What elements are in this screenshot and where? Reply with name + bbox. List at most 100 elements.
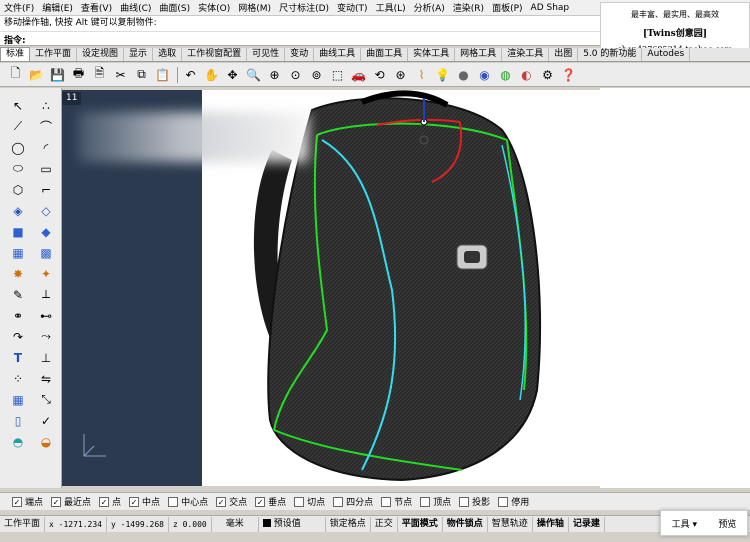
polyline-icon[interactable]: ⟋ <box>8 117 28 136</box>
select-all-icon[interactable]: ⬚ <box>328 65 347 84</box>
menu-mesh[interactable]: 网格(M) <box>234 1 275 14</box>
polygon-icon[interactable]: ⬡ <box>8 180 28 199</box>
menu-surface[interactable]: 曲面(S) <box>155 1 194 14</box>
menu-curve[interactable]: 曲线(C) <box>116 1 155 14</box>
tools-dropdown[interactable]: 工具 ▾ <box>672 517 697 530</box>
point-tool-icon[interactable]: ∴ <box>36 96 56 115</box>
new-file-icon[interactable]: 🗋 <box>6 65 25 84</box>
zoom-icon[interactable]: 🔍 <box>244 65 263 84</box>
render-preview-icon[interactable]: ◒ <box>36 432 56 451</box>
mesh-icon[interactable]: ▦ <box>8 243 28 262</box>
open-folder-icon[interactable]: 📂 <box>27 65 46 84</box>
offset-icon[interactable]: ⤳ <box>36 327 56 346</box>
render-icon[interactable]: ◉ <box>475 65 494 84</box>
analyze-icon[interactable]: ◓ <box>8 432 28 451</box>
box-solid-icon[interactable]: ■ <box>8 222 28 241</box>
array-icon[interactable]: ⁘ <box>8 369 28 388</box>
menu-solid[interactable]: 实体(O) <box>194 1 234 14</box>
tab-set-view[interactable]: 设定视图 <box>77 48 125 61</box>
rebuild-icon[interactable]: ⊷ <box>36 306 56 325</box>
transform-icon[interactable]: ⟲ <box>370 65 389 84</box>
menu-tools[interactable]: 工具(L) <box>372 1 410 14</box>
osnap-checkbox[interactable] <box>420 496 431 507</box>
circle-icon[interactable]: ◯ <box>8 138 28 157</box>
dimension-icon[interactable]: ⊥ <box>36 348 56 367</box>
rectangle-icon[interactable]: ▭ <box>36 159 56 178</box>
osnap-perp[interactable]: ✓ 垂点 <box>255 495 286 508</box>
tab-solid-tools[interactable]: 实体工具 <box>408 48 456 61</box>
osnap-checkbox[interactable] <box>498 496 509 507</box>
mesh-edit-icon[interactable]: ▩ <box>36 243 56 262</box>
osnap-center[interactable]: 中心点 <box>168 495 208 508</box>
osnap-quad[interactable]: 四分点 <box>333 495 373 508</box>
solid-edit-icon[interactable]: ◆ <box>36 222 56 241</box>
tab-surface-tools[interactable]: 曲面工具 <box>361 48 409 61</box>
zoom-selected-icon[interactable]: ⊚ <box>307 65 326 84</box>
select-arrow-icon[interactable]: ↖ <box>8 96 28 115</box>
boolean-icon[interactable]: ✦ <box>36 264 56 283</box>
tab-mesh-tools[interactable]: 网格工具 <box>455 48 503 61</box>
cylinder-icon[interactable]: ▯ <box>8 411 28 430</box>
status-units[interactable]: 毫米 <box>212 516 259 532</box>
curve-icon[interactable]: ⌇ <box>412 65 431 84</box>
osnap-disable[interactable]: 停用 <box>498 495 529 508</box>
zoom-window-icon[interactable]: ⊕ <box>265 65 284 84</box>
surface-icon[interactable]: ◈ <box>8 201 28 220</box>
command-input[interactable] <box>28 33 600 46</box>
osnap-project[interactable]: 投影 <box>459 495 490 508</box>
explode-icon[interactable]: ✸ <box>8 264 28 283</box>
rotate-view-icon[interactable]: ✥ <box>223 65 242 84</box>
menu-ad-shape[interactable]: AD Shap <box>527 3 574 13</box>
osnap-checkbox[interactable]: ✓ <box>99 496 110 507</box>
status-record-history[interactable]: 记录建 <box>569 516 605 532</box>
osnap-point[interactable]: ✓ 点 <box>99 495 121 508</box>
mirror-icon[interactable]: ⇋ <box>36 369 56 388</box>
osnap-checkbox[interactable] <box>333 496 344 507</box>
tab-cplanes[interactable]: 工作平面 <box>30 48 78 61</box>
cut-icon[interactable]: ✂ <box>111 65 130 84</box>
scale-icon[interactable]: ⤡ <box>36 390 56 409</box>
osnap-checkbox[interactable] <box>168 496 179 507</box>
osnap-mid[interactable]: ✓ 中点 <box>129 495 160 508</box>
tab-standard[interactable]: 标准 <box>0 47 31 61</box>
zoom-extents-icon[interactable]: ⊙ <box>286 65 305 84</box>
osnap-checkbox[interactable]: ✓ <box>129 496 140 507</box>
menu-edit[interactable]: 编辑(E) <box>38 1 77 14</box>
grid-array-icon[interactable]: ▦ <box>8 390 28 409</box>
perspective-viewport[interactable]: 11 <box>62 90 600 486</box>
tab-select[interactable]: 选取 <box>153 48 183 61</box>
split-icon[interactable]: ⟂ <box>36 285 56 304</box>
osnap-end[interactable]: ✓ 端点 <box>12 495 43 508</box>
control-point-curve-icon[interactable]: ⌒ <box>36 117 56 136</box>
osnap-checkbox[interactable] <box>294 496 305 507</box>
undo-icon[interactable]: ↶ <box>181 65 200 84</box>
import-icon[interactable]: 🗎 <box>90 65 109 84</box>
pan-hand-icon[interactable]: ✋ <box>202 65 221 84</box>
menu-view[interactable]: 查看(V) <box>77 1 116 14</box>
menu-analyze[interactable]: 分析(A) <box>410 1 449 14</box>
osnap-checkbox[interactable] <box>459 496 470 507</box>
car-icon[interactable]: 🚗 <box>349 65 368 84</box>
join-icon[interactable]: ⚭ <box>8 306 28 325</box>
trim-icon[interactable]: ✎ <box>8 285 28 304</box>
menu-render[interactable]: 渲染(R) <box>449 1 488 14</box>
tab-transform[interactable]: 变动 <box>285 48 315 61</box>
sphere-icon[interactable]: ● <box>454 65 473 84</box>
osnap-knot[interactable]: 节点 <box>381 495 412 508</box>
osnap-vertex[interactable]: 顶点 <box>420 495 451 508</box>
status-cplane[interactable]: 工作平面 <box>0 516 46 532</box>
viewport-title[interactable]: 11 <box>62 92 82 105</box>
menu-dimension[interactable]: 尺寸标注(D) <box>275 1 333 14</box>
preview-button[interactable]: 预览 <box>718 517 736 530</box>
menu-panels[interactable]: 面板(P) <box>488 1 526 14</box>
osnap-checkbox[interactable]: ✓ <box>51 496 62 507</box>
tab-display[interactable]: 显示 <box>124 48 154 61</box>
osnap-checkbox[interactable]: ✓ <box>12 496 22 507</box>
osnap-checkbox[interactable]: ✓ <box>255 496 266 507</box>
tab-drafting[interactable]: 出图 <box>549 48 579 61</box>
status-gumball[interactable]: 操作轴 <box>533 516 569 532</box>
paste-icon[interactable]: 📋 <box>153 65 172 84</box>
save-icon[interactable]: 💾 <box>48 65 67 84</box>
status-lock-grid[interactable]: 锁定格点 <box>326 516 371 532</box>
options-icon[interactable]: ⚙ <box>538 65 557 84</box>
